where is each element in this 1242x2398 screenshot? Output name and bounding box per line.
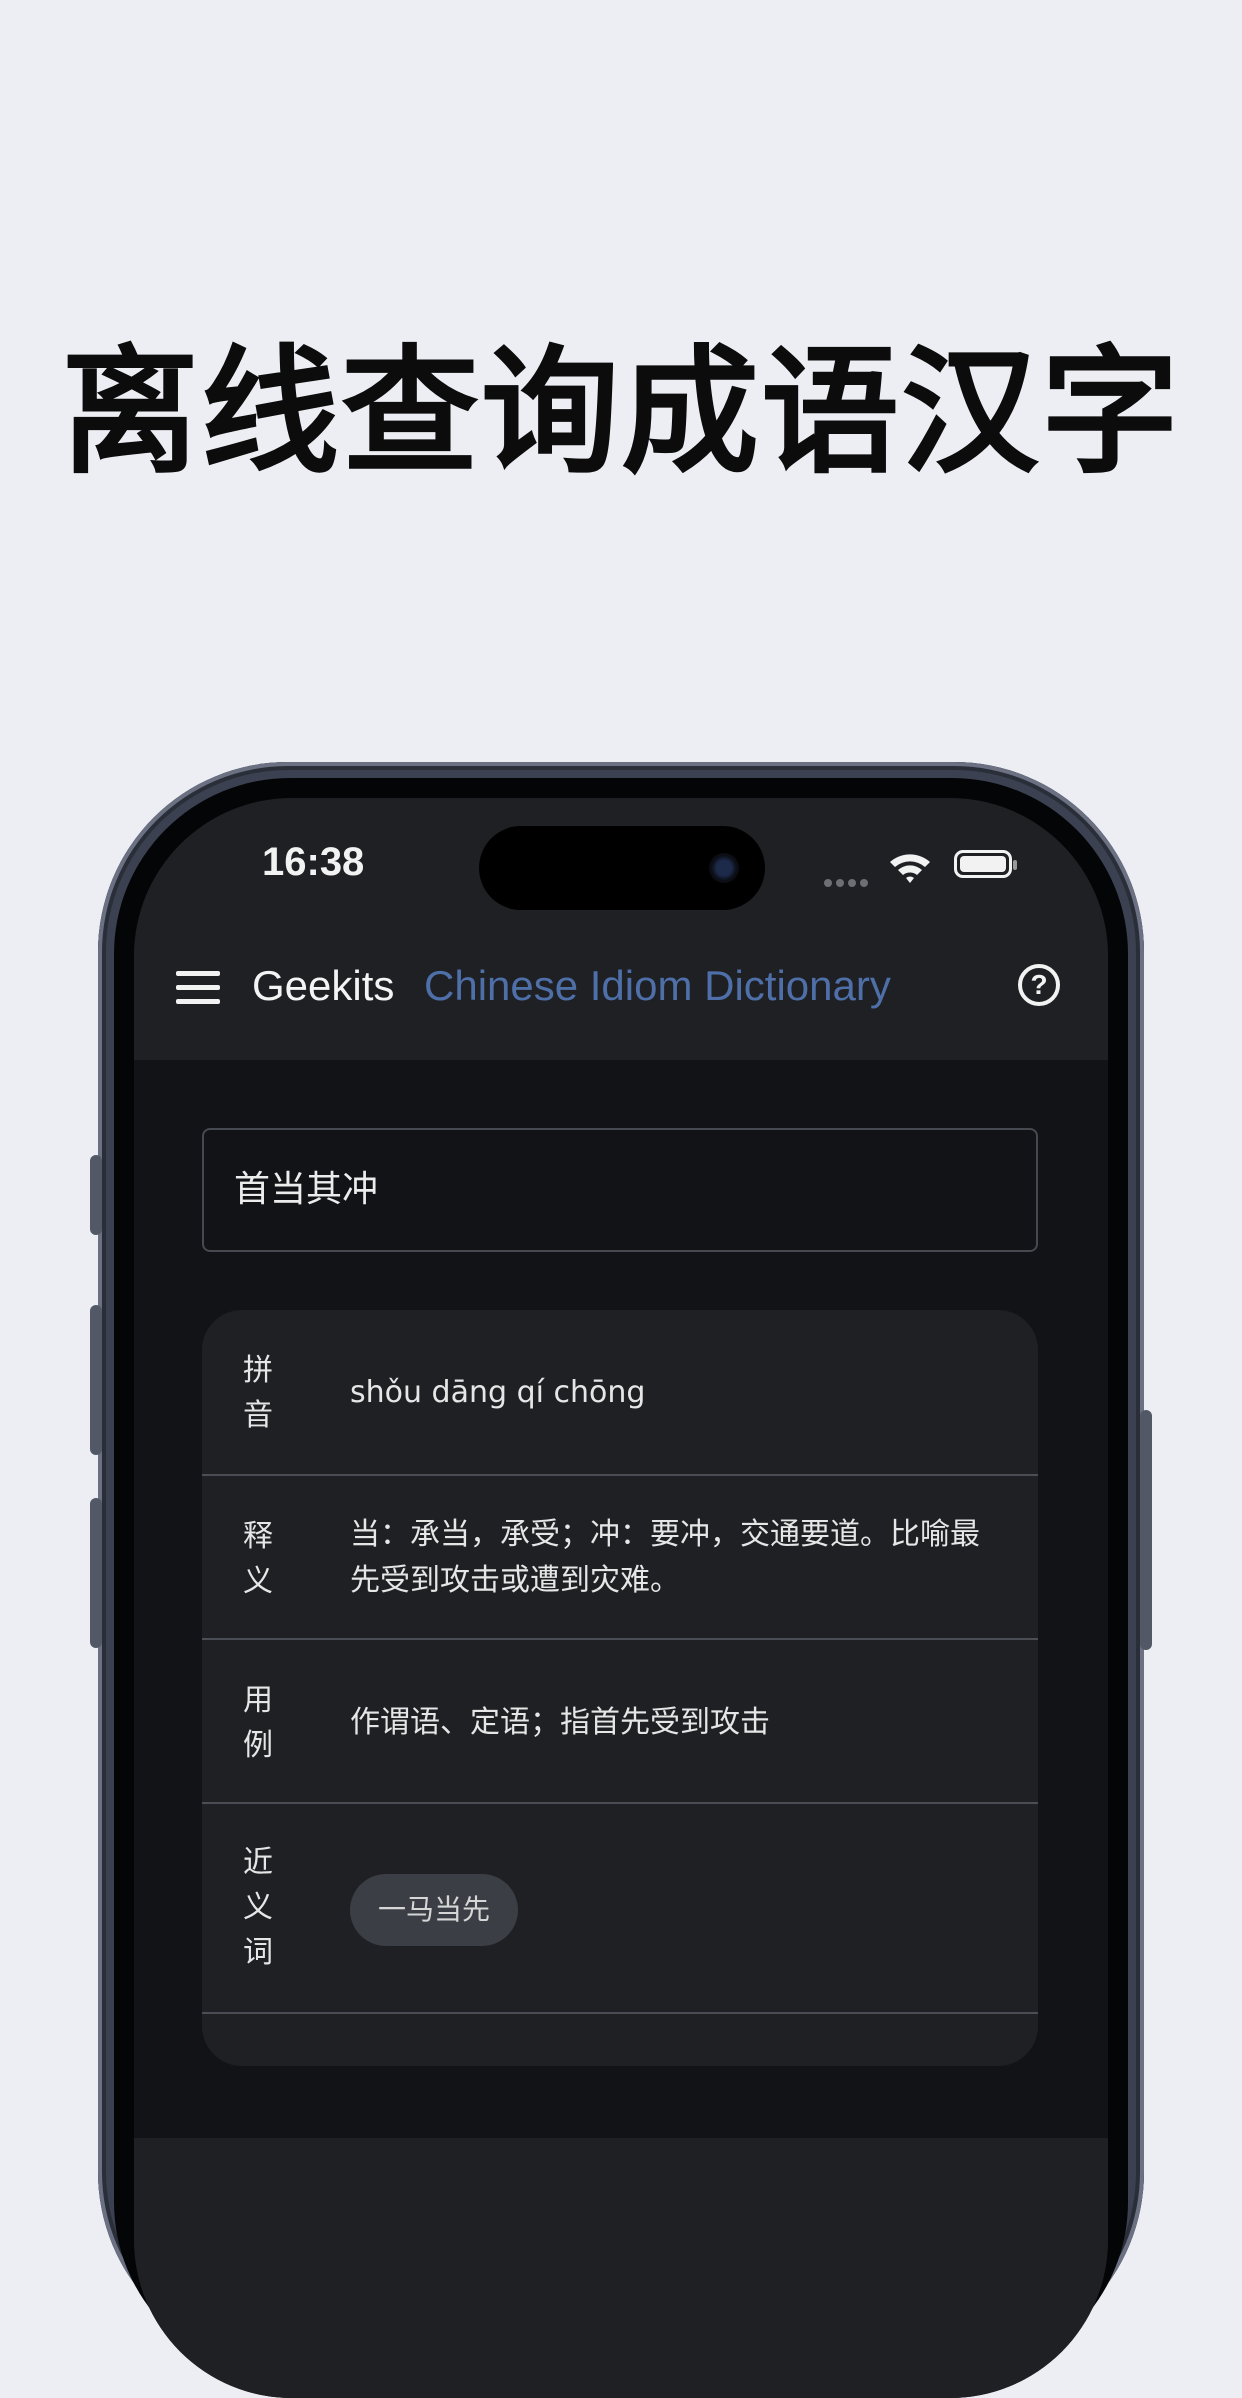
phone-volume-down-button [90, 1498, 102, 1648]
detail-row-meaning: 释义 当：承当，承受；冲：要冲，交通要道。比喻最先受到攻击或遭到灾难。 [202, 1476, 1038, 1640]
phone-screen: 16:38 Geekits Chinese Idiom Dictionary ?… [134, 798, 1108, 2398]
row-value: 作谓语、定语；指首先受到攻击 [350, 1705, 770, 1740]
detail-row-synonyms: 近义词 一马当先 [202, 1804, 1038, 2014]
phone-volume-up-button [90, 1305, 102, 1455]
promo-headline: 离线查询成语汉字 [60, 332, 1181, 493]
menu-icon[interactable] [176, 971, 220, 1007]
row-value: 当：承当，承受；冲：要冲，交通要道。比喻最先受到攻击或遭到灾难。 [350, 1517, 980, 1598]
app-subtitle: Chinese Idiom Dictionary [424, 962, 891, 1009]
row-label: 用例 [243, 1683, 273, 1763]
status-time: 16:38 [262, 840, 365, 884]
row-label: 拼音 [243, 1353, 273, 1433]
app-brand: Geekits [252, 962, 395, 1009]
synonym-chip[interactable]: 一马当先 [350, 1874, 519, 1946]
row-label: 近义词 [243, 1845, 273, 1970]
idiom-detail-card: 拼音 shǒu dāng qí chōng 释义 当：承当，承受；冲：要冲，交通… [202, 1310, 1038, 2066]
help-icon[interactable]: ? [1018, 964, 1060, 1006]
bottom-bar [134, 2138, 1108, 2398]
row-value: shǒu dāng qí chōng [350, 1375, 646, 1410]
row-label: 释义 [243, 1519, 273, 1599]
phone-action-button [90, 1155, 102, 1235]
detail-row-pinyin: 拼音 shǒu dāng qí chōng [202, 1310, 1038, 1476]
camera-icon [709, 853, 739, 883]
signal-icon [824, 872, 872, 891]
app-bar: Geekits Chinese Idiom Dictionary ? [134, 928, 1108, 1060]
battery-icon [954, 850, 1017, 878]
status-bar: 16:38 [134, 798, 1108, 928]
detail-row-usage: 用例 作谓语、定语；指首先受到攻击 [202, 1640, 1038, 1804]
dynamic-island [479, 826, 765, 910]
idiom-search-input[interactable]: 首当其冲 [202, 1128, 1038, 1252]
phone-side-button [1140, 1410, 1152, 1650]
wifi-icon [890, 854, 930, 883]
